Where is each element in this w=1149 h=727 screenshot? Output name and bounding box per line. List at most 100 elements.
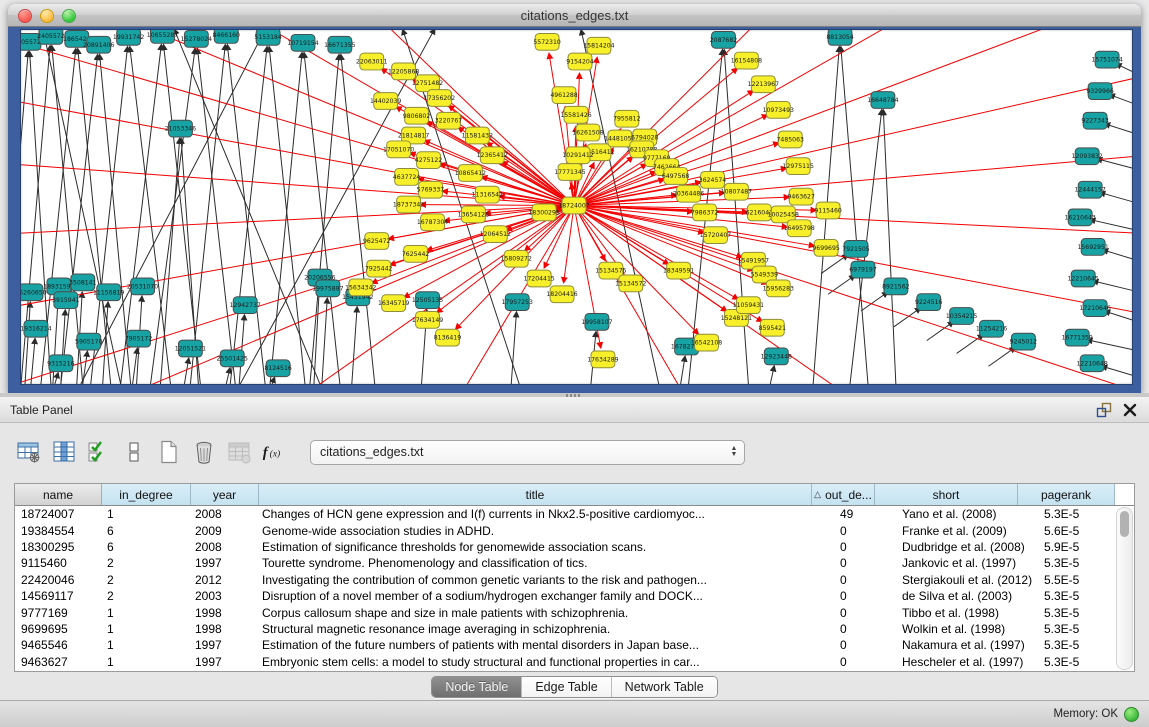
node-teal[interactable]: 16648784 [867, 92, 898, 109]
table-cell[interactable]: 9463627 [15, 655, 101, 669]
node-yellow[interactable]: 9463627 [787, 188, 815, 205]
node-yellow[interactable]: 8136419 [434, 329, 462, 346]
column-settings-icon[interactable] [16, 439, 42, 465]
node-yellow[interactable]: 4961288 [550, 87, 578, 104]
node-teal[interactable]: 8466160 [213, 30, 241, 43]
node-teal[interactable]: 9315216 [47, 355, 75, 372]
table-cell[interactable]: 1997 [189, 638, 256, 652]
node-teal[interactable]: 6979197 [849, 261, 877, 278]
table-cell[interactable]: 9699695 [15, 622, 101, 636]
citation-edge-black[interactable] [81, 30, 266, 384]
node-yellow[interactable]: 16154808 [731, 52, 762, 69]
node-teal[interactable]: 17210646 [1079, 300, 1110, 317]
table-cell[interactable]: 0 [834, 573, 896, 587]
table-cell[interactable]: Estimation of significance thresholds fo… [256, 540, 834, 554]
function-builder-icon[interactable]: f (x) [261, 439, 287, 465]
citation-edge-red[interactable] [449, 105, 574, 205]
citation-edge-black[interactable] [43, 30, 121, 384]
node-yellow[interactable]: 18737343 [393, 196, 424, 213]
table-row[interactable]: 946554611997Estimation of the future num… [15, 637, 1134, 653]
table-cell[interactable]: 0 [834, 638, 896, 652]
network-table-select[interactable]: citations_edges.txt ▲▼ [310, 440, 745, 465]
table-cell[interactable]: 0 [834, 655, 896, 669]
node-teal[interactable]: 20531070 [127, 278, 158, 295]
node-yellow[interactable]: 10291412 [562, 147, 593, 164]
table-cell[interactable]: 1997 [189, 556, 256, 570]
select-column-icon[interactable] [51, 439, 77, 465]
node-teal[interactable]: 19931742 [113, 30, 144, 45]
table-cell[interactable]: 49 [834, 507, 896, 521]
node-teal[interactable]: 16210643 [1065, 209, 1096, 226]
citation-edge-black[interactable] [1100, 192, 1132, 201]
node-teal[interactable]: 3508141 [69, 274, 97, 291]
citation-edge-black[interactable] [230, 47, 267, 384]
node-teal[interactable]: 12210648 [1076, 355, 1107, 372]
table-cell[interactable]: Changes of HCN gene expression and I(f) … [256, 507, 834, 521]
memory-ok-indicator-icon[interactable] [1124, 707, 1139, 722]
table-cell[interactable]: Franke et al. (2009) [896, 524, 1038, 538]
node-yellow[interactable]: 16495798 [784, 220, 815, 237]
table-row[interactable]: 1938455462009Genome-wide association stu… [15, 522, 1134, 538]
table-cell[interactable]: 2008 [189, 507, 256, 521]
node-teal[interactable]: 10354215 [946, 308, 977, 325]
window-titlebar[interactable]: citations_edges.txt [8, 4, 1141, 27]
node-yellow[interactable]: 15134572 [615, 275, 646, 292]
citation-edge-black[interactable] [100, 55, 131, 384]
node-teal[interactable]: 8813054 [826, 30, 854, 45]
node-yellow[interactable]: 18204416 [546, 286, 577, 303]
tab-node-table[interactable]: Node Table [432, 677, 521, 697]
table-cell[interactable]: 0 [834, 606, 896, 620]
table-cell[interactable]: 14569117 [15, 589, 101, 603]
table-cell[interactable]: 1 [101, 507, 189, 521]
table-row[interactable]: 977716911998Corpus callosum shape and si… [15, 604, 1134, 620]
table-cell[interactable]: Dudbridge et al. (2008) [896, 540, 1038, 554]
table-cell[interactable]: Genome-wide association studies in ADHD. [256, 524, 834, 538]
node-teal[interactable]: 8921562 [882, 278, 910, 295]
node-yellow[interactable]: 15634342 [345, 279, 376, 296]
node-teal[interactable]: 19975887 [312, 280, 343, 297]
node-yellow[interactable]: 18300295 [528, 204, 559, 221]
citation-edge-black[interactable] [821, 255, 848, 274]
new-column-file-icon[interactable] [156, 439, 182, 465]
column-header-short[interactable]: short [875, 484, 1018, 505]
minimize-window-button[interactable] [40, 9, 54, 23]
table-cell[interactable]: 0 [834, 556, 896, 570]
node-teal[interactable]: 12444157 [1074, 181, 1105, 198]
table-vertical-scrollbar[interactable] [1116, 507, 1133, 670]
node-yellow[interactable]: 9115460 [814, 202, 842, 219]
node-teal[interactable]: 2405572 [37, 30, 65, 44]
node-teal[interactable]: 12923448 [761, 348, 792, 365]
citation-edge-black[interactable] [25, 302, 30, 384]
citation-edge-black[interactable] [1109, 95, 1132, 103]
table-cell[interactable]: Investigating the contribution of common… [256, 573, 834, 587]
node-teal[interactable]: 9224516 [915, 294, 943, 311]
citation-edge-black[interactable] [1105, 124, 1132, 133]
node-yellow[interactable]: 17051070 [383, 141, 414, 158]
delete-column-trash-icon[interactable] [191, 439, 217, 465]
tab-network-table[interactable]: Network Table [611, 677, 717, 697]
table-cell[interactable]: Estimation of the future numbers of pati… [256, 638, 834, 652]
citation-edge-black[interactable] [352, 307, 357, 384]
table-cell[interactable]: 0 [834, 589, 896, 603]
node-yellow[interactable]: 16261508 [572, 124, 603, 141]
node-teal[interactable]: 12210645 [1068, 270, 1099, 287]
table-cell[interactable]: 2 [101, 573, 189, 587]
node-teal[interactable]: 5905170 [75, 333, 103, 350]
node-teal[interactable]: 12505135 [412, 292, 443, 309]
node-yellow[interactable]: 3624574 [699, 172, 727, 189]
table-cell[interactable]: de Silva et al. (2003) [896, 589, 1038, 603]
citation-edge-black[interactable] [1102, 366, 1132, 375]
node-teal[interactable]: 7921505 [842, 241, 870, 258]
table-cell[interactable]: 9465546 [15, 638, 101, 652]
table-cell[interactable]: Structural magnetic resonance image aver… [256, 622, 834, 636]
node-yellow[interactable]: 10807487 [721, 183, 752, 200]
scrollbar-thumb[interactable] [1120, 511, 1129, 537]
node-yellow[interactable]: 10865412 [455, 165, 486, 182]
node-yellow[interactable]: 15814204 [583, 37, 614, 54]
table-cell[interactable]: Corpus callosum shape and size in male p… [256, 606, 834, 620]
citation-edge-black[interactable] [770, 366, 774, 384]
citation-edge-red-ray[interactable] [574, 60, 1132, 206]
column-header-out-degree[interactable]: △ out_de... [812, 484, 875, 505]
table-cell[interactable]: 19384554 [15, 524, 101, 538]
node-yellow[interactable]: 17204415 [523, 270, 554, 287]
